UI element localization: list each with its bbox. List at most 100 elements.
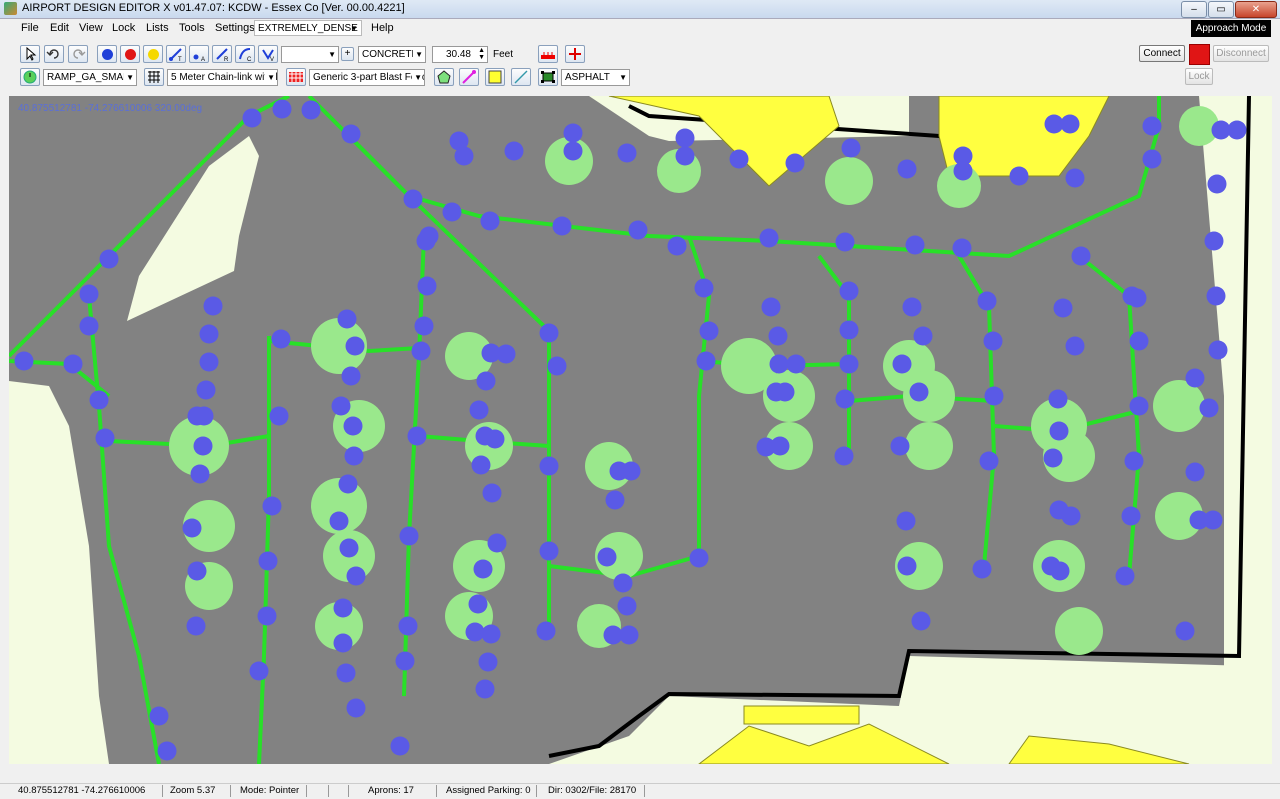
menu-lock[interactable]: Lock — [112, 22, 135, 34]
taxi-node — [196, 380, 216, 400]
taxi-node — [271, 329, 291, 349]
ramp-tool-button[interactable] — [20, 68, 40, 86]
taxi-node — [768, 326, 788, 346]
chevron-down-icon: ▼ — [617, 70, 627, 85]
ruler-tool-button[interactable] — [538, 45, 558, 63]
svg-text:C: C — [247, 57, 252, 62]
line-style-dropdown[interactable]: ▼ — [281, 46, 339, 63]
taxi-node — [552, 216, 572, 236]
redo-button[interactable] — [68, 45, 88, 63]
redo-icon — [73, 49, 86, 59]
building-south — [743, 705, 860, 725]
pentagon-icon — [437, 70, 451, 84]
taxi-node — [547, 356, 567, 376]
spinner-icon[interactable]: ▲ ▼ — [476, 47, 485, 61]
map-canvas[interactable]: 40.875512781 -74.276610006 320.00deg — [9, 96, 1272, 764]
taxi-node — [539, 541, 559, 561]
lock-button[interactable]: Lock — [1185, 68, 1213, 85]
taxi-node — [689, 548, 709, 568]
taxi-node — [481, 624, 501, 644]
menu-settings[interactable]: Settings — [215, 22, 255, 34]
yellow-node-tool-button[interactable] — [143, 45, 163, 63]
menu-view[interactable]: View — [79, 22, 103, 34]
disconnect-button[interactable]: Disconnect — [1213, 45, 1269, 62]
taxi-node — [390, 736, 410, 756]
taxi-node — [193, 436, 213, 456]
undo-button[interactable] — [44, 45, 64, 63]
map-mode-dropdown[interactable]: EXTREMELY_DENSE ▼ — [254, 20, 362, 36]
taxi-node — [897, 556, 917, 576]
blast-fence-tool-button[interactable] — [286, 68, 306, 86]
material-value: CONCRETE — [362, 49, 419, 60]
taxi-node — [346, 698, 366, 718]
building-tool-button[interactable] — [485, 68, 505, 86]
taxi-node — [99, 249, 119, 269]
taxi-node — [1115, 566, 1135, 586]
app-icon — [4, 2, 17, 15]
minimize-button[interactable]: – — [1181, 1, 1207, 18]
runway-tool-button[interactable]: R — [212, 45, 232, 63]
curve-tool-button[interactable]: C — [235, 45, 255, 63]
taxi-node — [605, 490, 625, 510]
light-tool-button[interactable] — [459, 68, 479, 86]
airport-layout[interactable] — [9, 96, 1272, 764]
building-south-roofs — [698, 723, 950, 764]
menu-edit[interactable]: Edit — [50, 22, 69, 34]
width-input[interactable]: 30.48 ▲ ▼ — [432, 46, 488, 63]
taxi-node — [834, 446, 854, 466]
taxi-node — [835, 389, 855, 409]
menu-file[interactable]: File — [21, 22, 39, 34]
taxi-node — [249, 661, 269, 681]
taxi-node — [269, 406, 289, 426]
surface-dropdown[interactable]: ASPHALT ▼ — [561, 69, 630, 86]
blast-fence-dropdown[interactable]: Generic 3-part Blast Fence ▼ — [309, 69, 425, 86]
connect-button[interactable]: Connect — [1139, 45, 1185, 62]
blue-node-tool-button[interactable] — [97, 45, 117, 63]
pointer-tool-button[interactable] — [20, 45, 40, 63]
polygon-tool-button[interactable] — [434, 68, 454, 86]
taxi-node — [1185, 368, 1205, 388]
svg-text:A: A — [201, 57, 205, 62]
fence-type-value: 5 Meter Chain-link with be — [171, 72, 278, 83]
taxi-node — [761, 297, 781, 317]
taxi-node — [485, 429, 505, 449]
material-dropdown[interactable]: CONCRETE ▼ — [358, 46, 426, 63]
menu-lists[interactable]: Lists — [146, 22, 169, 34]
frame-icon — [541, 71, 555, 83]
taxi-node — [471, 455, 491, 475]
grid-fence-icon — [148, 71, 160, 83]
taxi-node — [1061, 506, 1081, 526]
yellow-circle-icon — [148, 49, 159, 60]
taxi-node — [336, 663, 356, 683]
approach-mode-button[interactable]: Approach Mode — [1191, 20, 1271, 37]
taxi-node — [597, 547, 617, 567]
chevron-down-icon: ▼ — [350, 24, 358, 33]
taxi-node — [454, 146, 474, 166]
taxi-node — [897, 159, 917, 179]
status-zoom: Zoom 5.37 — [166, 785, 231, 797]
apron-tool-button[interactable]: A — [189, 45, 209, 63]
yellow-square-icon — [488, 70, 502, 84]
menu-tools[interactable]: Tools — [179, 22, 205, 34]
red-node-tool-button[interactable] — [120, 45, 140, 63]
taxi-node — [186, 616, 206, 636]
menu-help[interactable]: Help — [371, 22, 394, 34]
status-dir: Dir: 0302/File: 28170 — [544, 785, 645, 797]
line-draw-tool-button[interactable] — [511, 68, 531, 86]
parking-spot — [1153, 380, 1205, 432]
taxiway-tool-button[interactable]: T — [166, 45, 186, 63]
status-aprons: Aprons: 17 — [364, 785, 437, 797]
diagonal-line-icon — [514, 70, 528, 84]
maximize-button[interactable]: ▭ — [1208, 1, 1234, 18]
crosshair-tool-button[interactable] — [565, 45, 585, 63]
vertex-tool-button[interactable]: V — [258, 45, 278, 63]
taxi-node — [407, 426, 427, 446]
taxi-node — [414, 316, 434, 336]
width-value: 30.48 — [445, 49, 471, 60]
fence-type-dropdown[interactable]: 5 Meter Chain-link with be ▼ — [167, 69, 278, 86]
ramp-type-dropdown[interactable]: RAMP_GA_SMALL ▼ — [43, 69, 137, 86]
select-area-button[interactable] — [538, 68, 558, 86]
fence-tool-button[interactable] — [144, 68, 164, 86]
close-button[interactable]: ✕ — [1235, 1, 1277, 18]
add-style-button[interactable]: + — [341, 47, 354, 61]
